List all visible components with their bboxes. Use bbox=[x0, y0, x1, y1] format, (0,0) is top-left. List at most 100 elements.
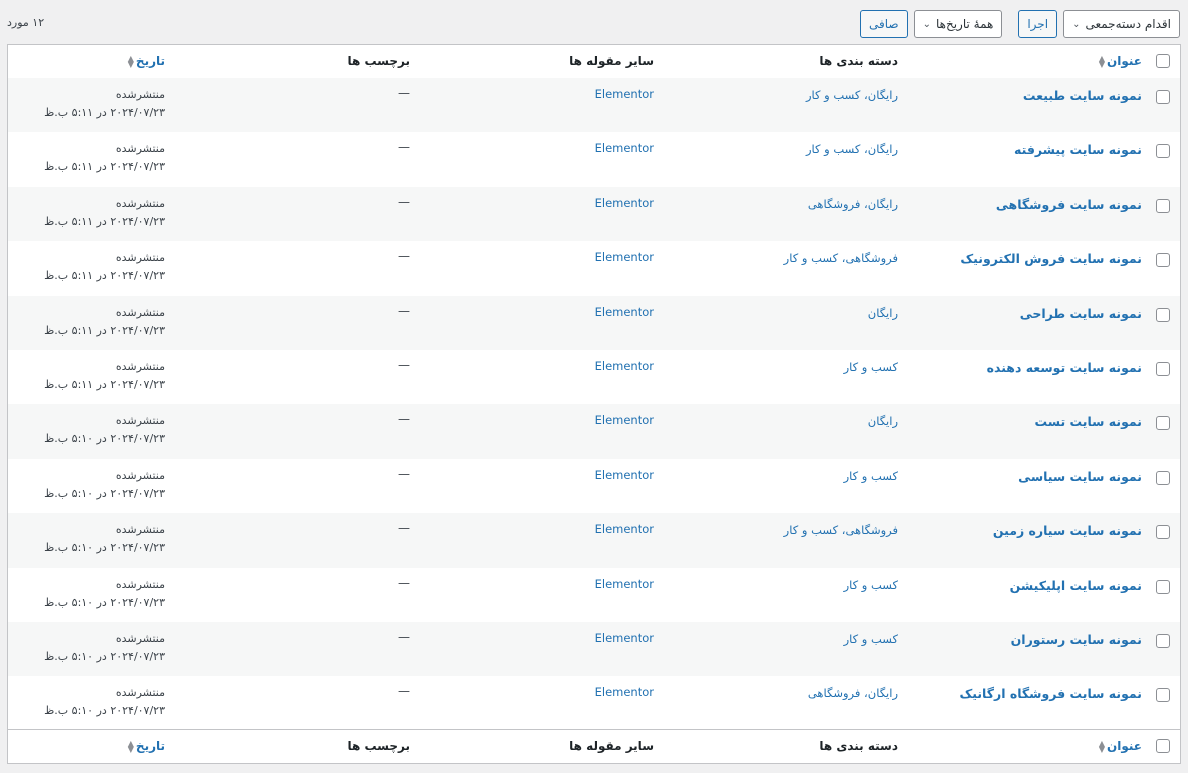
table-row: نمونه سایت طراحی رایگان Elementor — منتشرشده… bbox=[8, 295, 1180, 350]
post-categories[interactable]: کسب و کار bbox=[844, 578, 898, 592]
table-row: نمونه سایت پیشرفته رایگان، کسب و کار Eleme… bbox=[8, 132, 1180, 186]
post-datetime: ۲۰۲۴/۰۷/۲۳ در ۵:۱۰ ب.ظ bbox=[44, 595, 165, 609]
table-row: نمونه سایت فروشگاهی رایگان، فروشگاهی Eleme… bbox=[8, 186, 1180, 242]
column-other-footer: سایر مقوله ها bbox=[569, 739, 654, 753]
post-title-link[interactable]: نمونه سایت طراحی bbox=[1020, 306, 1142, 321]
filter-button[interactable]: صافی bbox=[859, 10, 908, 38]
post-tags: — bbox=[398, 521, 410, 536]
post-date: منتشرشده ۲۰۲۴/۰۷/۲۳ در ۵:۱۱ ب.ظ bbox=[44, 249, 165, 285]
post-title-link[interactable]: نمونه سایت تست bbox=[1035, 414, 1142, 429]
post-other-term[interactable]: Elementor bbox=[595, 577, 654, 591]
row-checkbox[interactable] bbox=[1156, 525, 1170, 540]
post-other-term[interactable]: Elementor bbox=[595, 413, 654, 427]
post-title-link[interactable]: نمونه سایت اپلیکیشن bbox=[1010, 578, 1142, 593]
post-date: منتشرشده ۲۰۲۴/۰۷/۲۳ در ۵:۱۱ ب.ظ bbox=[44, 304, 165, 340]
post-other-term[interactable]: Elementor bbox=[595, 141, 654, 155]
row-checkbox[interactable] bbox=[1156, 144, 1170, 159]
column-other: سایر مقوله ها bbox=[569, 54, 654, 68]
column-title-label: عنوان bbox=[1107, 54, 1142, 68]
post-date: منتشرشده ۲۰۲۴/۰۷/۲۳ در ۵:۱۰ ب.ظ bbox=[44, 412, 165, 448]
table-footer: عنوان▲ ▼ دسته بندی ها سایر مقوله ها برچسب… bbox=[8, 729, 1180, 763]
post-tags: — bbox=[398, 630, 410, 644]
post-status: منتشرشده bbox=[115, 414, 165, 428]
post-status: منتشرشده bbox=[115, 360, 165, 373]
bulk-action-select-label: اقدام دسته‌جمعی bbox=[1085, 17, 1171, 31]
post-date: منتشرشده ۲۰۲۴/۰۷/۲۳ در ۵:۱۰ ب.ظ bbox=[44, 467, 165, 503]
row-checkbox[interactable] bbox=[1156, 579, 1170, 594]
post-categories[interactable]: رایگان، فروشگاهی bbox=[808, 686, 898, 700]
post-other-term[interactable]: Elementor bbox=[595, 250, 654, 264]
post-title-link[interactable]: نمونه سایت توسعه دهنده bbox=[987, 360, 1142, 375]
row-checkbox[interactable] bbox=[1156, 688, 1170, 703]
column-date-sort-footer[interactable]: تاریخ▲ ▼ bbox=[128, 739, 165, 753]
post-tags: — bbox=[398, 466, 410, 481]
dates-filter-select[interactable]: همهٔ تاریخ‌ها ⌄ bbox=[913, 10, 1003, 38]
post-datetime: ۲۰۲۴/۰۷/۲۳ در ۵:۱۱ ب.ظ bbox=[44, 323, 165, 337]
post-other-term[interactable]: Elementor bbox=[595, 359, 654, 373]
post-other-term[interactable]: Elementor bbox=[595, 196, 654, 210]
post-other-term[interactable]: Elementor bbox=[595, 305, 654, 319]
post-title-link[interactable]: نمونه سایت فروش الکترونیک bbox=[960, 251, 1142, 266]
post-other-term[interactable]: Elementor bbox=[595, 468, 654, 482]
row-checkbox[interactable] bbox=[1156, 253, 1170, 268]
column-title-label: عنوان bbox=[1107, 739, 1142, 753]
post-title-link[interactable]: نمونه سایت رستوران bbox=[1011, 632, 1142, 647]
post-categories[interactable]: رایگان، فروشگاهی bbox=[808, 197, 898, 211]
post-title-link[interactable]: نمونه سایت سیاسی bbox=[1018, 469, 1142, 484]
select-all-checkbox-footer[interactable] bbox=[1156, 739, 1170, 753]
post-other-term[interactable]: Elementor bbox=[595, 685, 654, 699]
column-date-sort[interactable]: تاریخ▲ ▼ bbox=[128, 54, 165, 68]
post-categories[interactable]: کسب و کار bbox=[844, 632, 898, 646]
post-categories[interactable]: رایگان، کسب و کار bbox=[806, 88, 898, 102]
tablenav-top: اقدام دسته‌جمعی ⌄ اجرا همهٔ تاریخ‌ها ⌄ ص… bbox=[7, 10, 1180, 40]
row-checkbox[interactable] bbox=[1156, 470, 1170, 485]
table-header: عنوان▲ ▼ دسته بندی ها سایر مقوله ها برچسب… bbox=[8, 45, 1180, 79]
bulk-action-select[interactable]: اقدام دسته‌جمعی ⌄ bbox=[1063, 10, 1180, 38]
post-tags: — bbox=[398, 140, 410, 155]
post-datetime: ۲۰۲۴/۰۷/۲۳ در ۵:۱۱ ب.ظ bbox=[44, 160, 165, 174]
sort-icon: ▲ ▼ bbox=[1098, 53, 1106, 69]
post-status: منتشرشده bbox=[115, 196, 165, 210]
post-title-link[interactable]: نمونه سایت فروشگاهی bbox=[996, 197, 1142, 212]
post-categories[interactable]: رایگان bbox=[868, 414, 898, 428]
table-row: نمونه سایت توسعه دهنده کسب و کار Elementor… bbox=[8, 350, 1180, 404]
sort-icon: ▲ ▼ bbox=[1098, 738, 1106, 754]
post-title-link[interactable]: نمونه سایت سیاره زمین bbox=[993, 523, 1142, 538]
post-date: منتشرشده ۲۰۲۴/۰۷/۲۳ در ۵:۱۰ ب.ظ bbox=[44, 576, 165, 612]
column-title-sort-footer[interactable]: عنوان▲ ▼ bbox=[1099, 739, 1142, 753]
post-tags: — bbox=[398, 684, 410, 699]
post-tags: — bbox=[398, 575, 410, 590]
post-categories[interactable]: رایگان، کسب و کار bbox=[806, 142, 898, 156]
post-title-link[interactable]: نمونه سایت پیشرفته bbox=[1014, 142, 1142, 157]
select-all-checkbox[interactable] bbox=[1156, 54, 1170, 68]
item-count: ۱۲ مورد bbox=[7, 16, 45, 29]
row-checkbox[interactable] bbox=[1156, 307, 1170, 322]
post-other-term[interactable]: Elementor bbox=[595, 631, 654, 645]
chevron-down-icon: ⌄ bbox=[1072, 18, 1081, 30]
post-date: منتشرشده ۲۰۲۴/۰۷/۲۳ در ۵:۱۰ ب.ظ bbox=[44, 521, 165, 557]
post-categories[interactable]: فروشگاهی، کسب و کار bbox=[784, 523, 898, 537]
post-other-term[interactable]: Elementor bbox=[595, 522, 654, 536]
chevron-down-icon: ⌄ bbox=[922, 18, 931, 30]
table-row: نمونه سایت سیاسی کسب و کار Elementor — منتشر… bbox=[8, 459, 1180, 513]
post-other-term[interactable]: Elementor bbox=[595, 87, 654, 101]
post-date: منتشرشده ۲۰۲۴/۰۷/۲۳ در ۵:۱۰ ب.ظ bbox=[44, 684, 165, 720]
post-categories[interactable]: رایگان bbox=[868, 306, 898, 320]
column-title-sort[interactable]: عنوان▲ ▼ bbox=[1099, 54, 1142, 68]
column-tags: برچسب ها bbox=[347, 54, 410, 68]
post-status: منتشرشده bbox=[115, 632, 165, 645]
row-checkbox[interactable] bbox=[1156, 362, 1170, 376]
post-tags: — bbox=[398, 194, 410, 209]
post-categories[interactable]: کسب و کار bbox=[844, 469, 898, 483]
post-title-link[interactable]: نمونه سایت فروشگاه ارگانیک bbox=[959, 686, 1142, 701]
post-datetime: ۲۰۲۴/۰۷/۲۳ در ۵:۱۰ ب.ظ bbox=[44, 650, 165, 663]
post-categories[interactable]: فروشگاهی، کسب و کار bbox=[784, 251, 898, 265]
column-categories: دسته بندی ها bbox=[819, 54, 898, 68]
post-title-link[interactable]: نمونه سایت طبیعت bbox=[1023, 88, 1142, 103]
apply-button[interactable]: اجرا bbox=[1018, 10, 1058, 38]
row-checkbox[interactable] bbox=[1156, 198, 1170, 213]
row-checkbox[interactable] bbox=[1156, 634, 1170, 648]
row-checkbox[interactable] bbox=[1156, 90, 1170, 104]
row-checkbox[interactable] bbox=[1156, 416, 1170, 431]
post-categories[interactable]: کسب و کار bbox=[844, 360, 898, 374]
